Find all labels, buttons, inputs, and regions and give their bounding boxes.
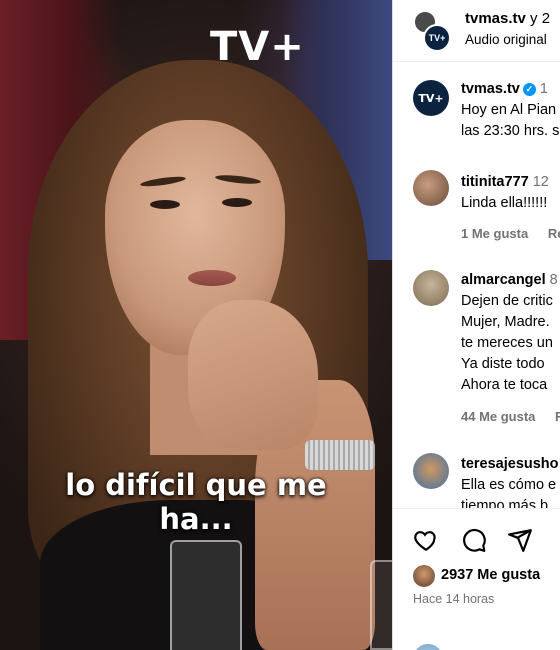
wine-glass-right [370, 560, 392, 650]
comment-username[interactable]: almarcangel [461, 272, 546, 288]
avatar: TV+ [423, 24, 451, 52]
subtitle-line: ha... [159, 502, 233, 536]
person-eye-right [222, 198, 252, 207]
comment-line: Mujer, Madre. [461, 314, 550, 330]
subtitle-line: lo difícil que me [65, 468, 327, 502]
video-subtitle: lo difícil que me ha... [0, 468, 392, 536]
share-icon[interactable] [507, 527, 533, 553]
post-actions: 2937 Me gusta Hace 14 horas [393, 508, 560, 650]
reply-button[interactable]: Re [548, 226, 560, 241]
comment-line: Ella es cómo e [461, 477, 557, 493]
comment-username[interactable]: titinita777 [461, 174, 529, 190]
comment-avatar[interactable] [413, 453, 449, 489]
caption-line: las 23:30 hrs. s [461, 123, 560, 139]
comment-username-row: almarcangel 8 [461, 272, 558, 288]
comment-avatar[interactable] [413, 170, 449, 206]
liker-avatar [413, 565, 435, 587]
wristwatch [305, 440, 375, 470]
comment-time: 12 [532, 174, 549, 190]
reel-video[interactable]: TV+ lo difícil que me ha... [0, 0, 392, 650]
comment-likes[interactable]: 1 Me gusta [461, 226, 528, 241]
comment-line: Dejen de critic [461, 293, 553, 309]
channel-logo: TV+ [210, 24, 305, 70]
likes-count[interactable]: 2937 Me gusta [441, 567, 540, 583]
heart-icon[interactable] [413, 527, 439, 553]
comment-likes[interactable]: 44 Me gusta [461, 409, 535, 424]
comment-line: te mereces un [461, 335, 553, 351]
comment-time: 8 [549, 272, 558, 288]
collab-avatars[interactable]: TV+ [413, 10, 453, 52]
caption-line: Hoy en Al Pian [461, 102, 557, 118]
comment-line: Ya diste todo [461, 356, 545, 372]
caption-avatar[interactable]: TV+ [413, 80, 449, 116]
caption-username[interactable]: tvmas.tv [461, 81, 520, 97]
current-user-avatar [413, 644, 443, 650]
post-time[interactable]: Hace 14 horas [413, 592, 494, 606]
comment-meta: 44 Me gusta Re [461, 409, 560, 424]
post-side-panel: TV+ tvmas.tv y 2 Audio original TV+ tvma… [392, 0, 560, 650]
person-lips [188, 270, 236, 286]
person-hand [188, 300, 318, 450]
header-username-row[interactable]: tvmas.tv y 2 [465, 10, 550, 27]
audio-link[interactable]: Audio original [465, 32, 547, 47]
verified-icon: ✓ [522, 83, 536, 96]
caption-time: 1 [539, 81, 548, 97]
person-eye-left [150, 200, 180, 209]
comment-text: Dejen de critic Mujer, Madre. te mereces… [461, 291, 553, 396]
comment-line: Linda ella!!!!!! [461, 195, 548, 211]
comment-text: Linda ella!!!!!! [461, 193, 547, 214]
caption-text: Hoy en Al Pian las 23:30 hrs. s [461, 100, 559, 142]
comment-line: Ahora te toca [461, 377, 548, 393]
comment-username-row: titinita777 12 [461, 174, 549, 190]
comment-avatar[interactable] [413, 270, 449, 306]
wine-glass [170, 540, 242, 650]
comment-icon[interactable] [461, 527, 487, 553]
header-username[interactable]: tvmas.tv [465, 10, 526, 27]
collab-count[interactable]: y 2 [530, 10, 550, 27]
likes-number: 2937 [441, 567, 474, 583]
comment-meta: 1 Me gusta Re [461, 226, 560, 241]
comment-username[interactable]: teresajesusho [461, 456, 559, 472]
caption-username-row: tvmas.tv ✓ 1 [461, 81, 548, 97]
post-header: TV+ tvmas.tv y 2 Audio original [393, 0, 560, 62]
reply-button[interactable]: Re [555, 409, 560, 424]
comment-username-row: teresajesusho [461, 456, 559, 472]
likes-label: Me gusta [477, 567, 541, 583]
